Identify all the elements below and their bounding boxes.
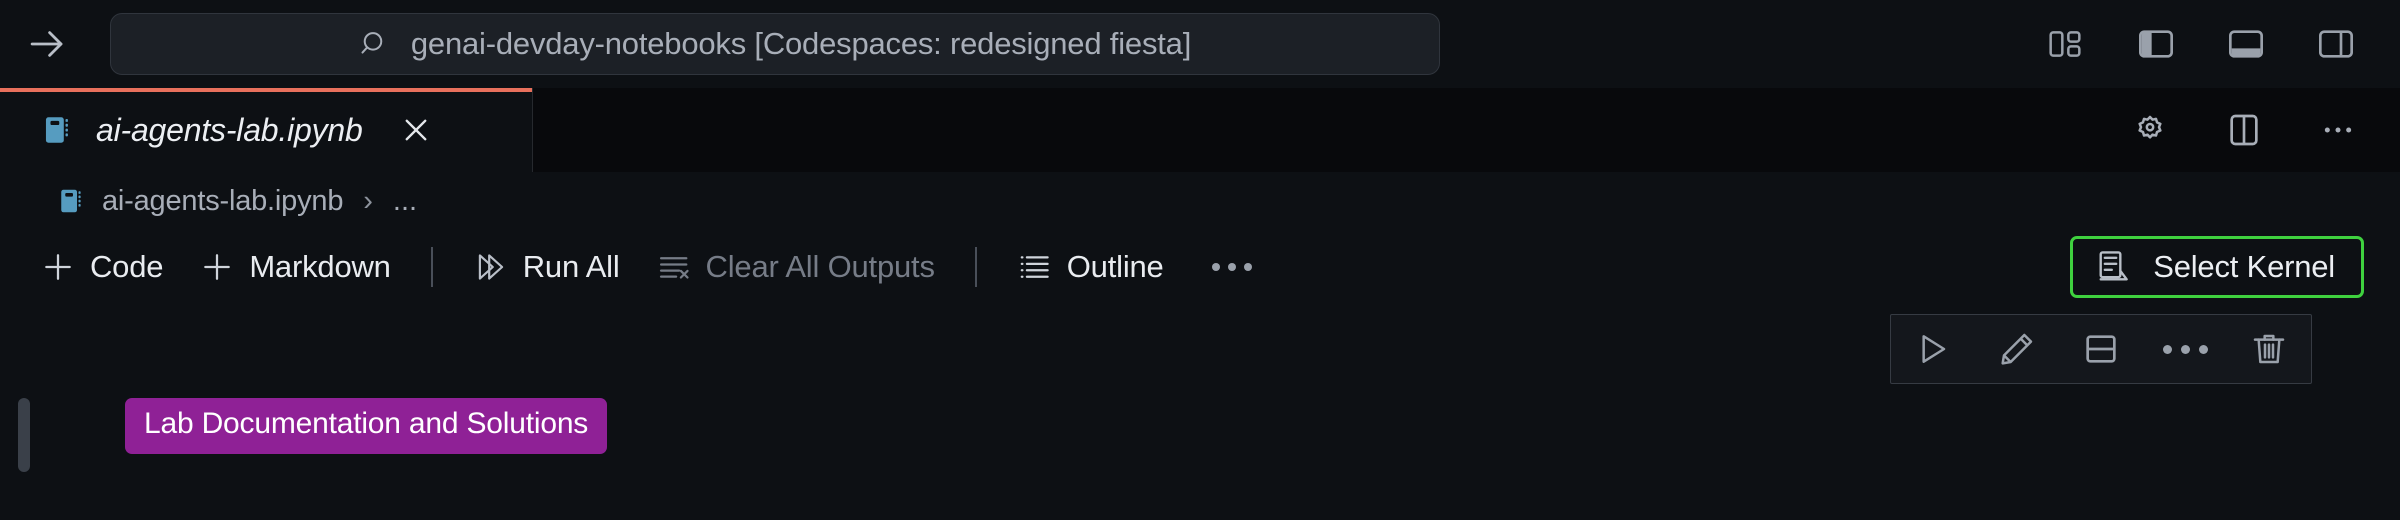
add-code-cell-label: Code (90, 249, 164, 284)
ellipsis-icon (2162, 344, 2208, 354)
toolbar-divider (974, 247, 977, 287)
breadcrumb-ellipsis[interactable]: ... (393, 185, 417, 218)
play-icon (1922, 335, 1946, 363)
notebook-toolbar: Code Markdown Run All Clear All Outputs … (0, 230, 2400, 304)
close-icon (405, 119, 427, 141)
run-all-icon (478, 254, 503, 280)
notebook-body: Lab Documentation and Solutions (0, 304, 2400, 520)
command-center-text: genai-devday-notebooks [Codespaces: rede… (410, 26, 1192, 61)
run-all-button[interactable]: Run All (455, 243, 638, 291)
breadcrumb-file[interactable]: ai-agents-lab.ipynb (102, 185, 343, 218)
ellipsis-dot (1227, 263, 1236, 271)
titlebar-actions (2044, 22, 2366, 66)
toggle-panel-button[interactable] (2224, 22, 2268, 66)
split-editor-icon (2230, 114, 2258, 146)
run-cell-button[interactable] (1891, 315, 1975, 383)
select-kernel-label: Select Kernel (2153, 249, 2335, 284)
kernel-icon (2099, 251, 2129, 281)
notebook-icon (45, 117, 68, 143)
title-bar: genai-devday-notebooks [Codespaces: rede… (0, 0, 2400, 88)
ellipsis-dot (2162, 344, 2172, 354)
add-markdown-cell-button[interactable]: Markdown (181, 243, 408, 291)
delete-cell-button[interactable] (2227, 315, 2311, 383)
split-cell-icon (2086, 335, 2116, 363)
notebook-icon (61, 189, 81, 213)
tab-close-button[interactable] (393, 107, 439, 153)
vscode-window: genai-devday-notebooks [Codespaces: rede… (0, 0, 2400, 520)
cell-focus-indicator (18, 398, 30, 472)
breadcrumb-separator: › (363, 184, 373, 217)
ellipsis-dot (1211, 263, 1220, 271)
search-icon (361, 32, 383, 54)
toggle-panel-icon (2228, 30, 2263, 58)
toggle-secondary-sidebar-button[interactable] (2314, 22, 2358, 66)
tab-ai-agents-lab[interactable]: ai-agents-lab.ipynb (0, 88, 533, 172)
ellipsis-icon (2324, 127, 2352, 133)
toolbar-divider (430, 247, 433, 287)
outline-button[interactable]: Outline (999, 243, 1182, 291)
markdown-badge: Lab Documentation and Solutions (125, 398, 608, 454)
select-kernel-button[interactable]: Select Kernel (2070, 236, 2364, 298)
cell-more-actions-button[interactable] (2143, 315, 2227, 383)
cell-toolbar (1890, 314, 2312, 384)
ellipsis-dot (2180, 344, 2190, 354)
breadcrumb: ai-agents-lab.ipynb › ... (0, 172, 2400, 230)
command-center[interactable]: genai-devday-notebooks [Codespaces: rede… (110, 13, 1440, 75)
nav-forward-button[interactable] (16, 16, 78, 72)
editor-actions (2128, 88, 2400, 172)
split-cell-button[interactable] (2059, 315, 2143, 383)
toggle-primary-sidebar-icon (2138, 30, 2173, 58)
clear-all-icon (659, 257, 689, 279)
tabbar-spacer (533, 88, 2128, 172)
ellipsis-dot (1243, 263, 1252, 271)
editor-more-actions-button[interactable] (2316, 108, 2360, 152)
pencil-icon (2001, 333, 2033, 365)
outline-label: Outline (1066, 249, 1164, 284)
tab-bar: ai-agents-lab.ipynb (0, 88, 2400, 172)
toggle-secondary-sidebar-icon (2318, 30, 2353, 58)
tab-label: ai-agents-lab.ipynb (96, 111, 363, 148)
plus-icon (204, 254, 231, 280)
toggle-primary-sidebar-button[interactable] (2134, 22, 2178, 66)
add-markdown-cell-label: Markdown (249, 249, 391, 284)
run-all-label: Run All (522, 249, 620, 284)
list-icon (1020, 256, 1049, 278)
clear-all-outputs-button[interactable]: Clear All Outputs (638, 243, 953, 291)
edit-cell-button[interactable] (1975, 315, 2059, 383)
notebook-cell-markdown[interactable]: Lab Documentation and Solutions (0, 398, 2400, 472)
customize-layout-icon (2049, 31, 2081, 57)
clear-all-outputs-label: Clear All Outputs (705, 249, 935, 284)
gear-icon (2138, 115, 2162, 139)
split-editor-button[interactable] (2222, 108, 2266, 152)
ellipsis-dot (2198, 344, 2208, 354)
notebook-toolbar-more-button[interactable] (1196, 251, 1268, 283)
arrow-right-icon (30, 31, 63, 57)
trash-icon (2253, 334, 2285, 364)
plus-icon (45, 254, 71, 280)
customize-layout-button[interactable] (2044, 22, 2088, 66)
add-code-cell-button[interactable]: Code (22, 243, 181, 291)
notebook-settings-button[interactable] (2128, 108, 2172, 152)
